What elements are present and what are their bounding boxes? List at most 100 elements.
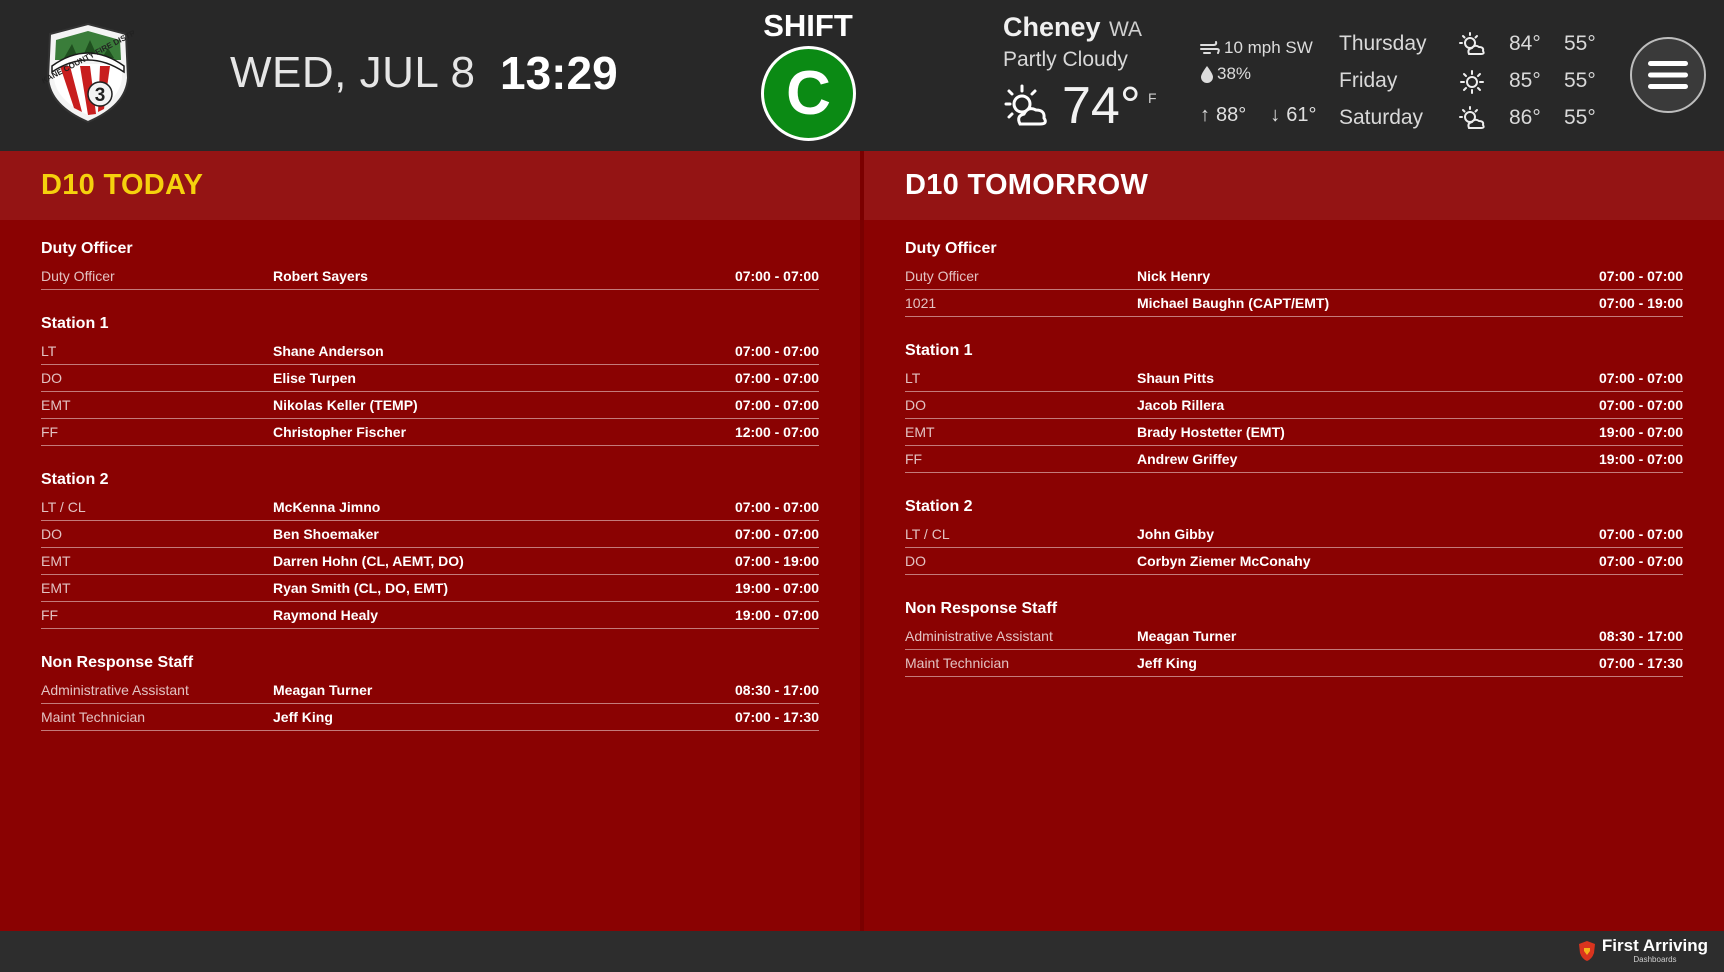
today-roster: Duty Officer Duty Officer Robert Sayers … <box>0 220 860 731</box>
row-hours: 07:00 - 07:00 <box>734 370 819 386</box>
row-role: FF <box>41 607 59 623</box>
row-role: DO <box>41 526 62 542</box>
row-role: Maint Technician <box>905 655 1010 671</box>
row-name: Corbyn Ziemer McConahy <box>1137 553 1311 569</box>
roster-group: Station 1 LT Shaun Pitts 07:00 - 07:00 D… <box>905 339 1683 473</box>
humidity-info: 38% <box>1200 64 1251 84</box>
table-row: FF Christopher Fischer 12:00 - 07:00 <box>41 419 819 446</box>
row-hours: 19:00 - 07:00 <box>1598 424 1683 440</box>
row-name: Christopher Fischer <box>273 424 407 440</box>
wind-text: 10 mph SW <box>1224 38 1313 57</box>
row-hours: 07:00 - 19:00 <box>734 553 819 569</box>
table-row: Duty Officer Robert Sayers 07:00 - 07:00 <box>41 263 819 290</box>
row-hours: 19:00 - 07:00 <box>1598 451 1683 467</box>
row-hours: 07:00 - 19:00 <box>1598 295 1683 311</box>
table-row: Maint Technician Jeff King 07:00 - 17:30 <box>905 650 1683 677</box>
group-title: Non Response Staff <box>905 600 1058 617</box>
row-hours: 07:00 - 07:00 <box>734 499 819 515</box>
table-row: FF Andrew Griffey 19:00 - 07:00 <box>905 446 1683 473</box>
current-date: WED, JUL 8 <box>230 48 476 97</box>
row-name: Darren Hohn (CL, AEMT, DO) <box>273 553 464 569</box>
forecast-day-name: Friday <box>1339 69 1398 92</box>
roster-group: Station 1 LT Shane Anderson 07:00 - 07:0… <box>41 312 819 446</box>
forecast-day-name: Thursday <box>1339 32 1427 55</box>
table-row: EMT Darren Hohn (CL, AEMT, DO) 07:00 - 1… <box>41 548 819 575</box>
row-name: Michael Baughn (CAPT/EMT) <box>1137 295 1330 311</box>
shift-badge: C <box>761 46 856 141</box>
tomorrow-title: D10 TOMORROW <box>905 169 1149 201</box>
row-role: EMT <box>41 397 71 413</box>
row-role: Duty Officer <box>905 268 979 284</box>
forecast-day: Thursday 84° 55° <box>1339 30 1639 67</box>
row-name: Jeff King <box>1137 655 1197 671</box>
table-row: EMT Nikolas Keller (TEMP) 07:00 - 07:00 <box>41 392 819 419</box>
first-arriving-brand[interactable]: First Arriving Dashboards <box>1578 937 1708 964</box>
current-temperature: 74° <box>1062 77 1141 135</box>
row-role: DO <box>905 553 926 569</box>
footer-bar: First Arriving Dashboards <box>0 931 1724 972</box>
group-title: Station 2 <box>41 471 109 488</box>
row-hours: 07:00 - 07:00 <box>734 343 819 359</box>
forecast-low: 55° <box>1564 106 1596 129</box>
group-title: Duty Officer <box>41 240 133 257</box>
row-role: FF <box>905 451 923 467</box>
tomorrow-panel-header: D10 TOMORROW <box>864 151 1724 220</box>
menu-button[interactable] <box>1630 37 1706 113</box>
today-panel: D10 TODAY Duty Officer Duty Officer Robe… <box>0 151 860 931</box>
row-hours: 07:00 - 07:00 <box>734 268 819 284</box>
row-name: Shaun Pitts <box>1137 370 1215 386</box>
row-role: EMT <box>41 553 71 569</box>
partly-sunny-icon <box>1459 32 1485 58</box>
roster-group: Station 2 LT / CL McKenna Jimno 07:00 - … <box>41 468 819 629</box>
low-temp: 61° <box>1286 104 1317 126</box>
current-time: 13:29 <box>500 47 618 99</box>
row-role: Administrative Assistant <box>905 628 1053 644</box>
row-hours: 07:00 - 07:00 <box>1598 526 1683 542</box>
row-role: Duty Officer <box>41 268 115 284</box>
forecast-day: Friday 85° 55° <box>1339 67 1639 104</box>
row-role: 1021 <box>905 295 937 311</box>
weather-location: Cheney WA <box>1003 12 1142 43</box>
row-name: Meagan Turner <box>273 682 373 698</box>
logo-number: 3 <box>95 85 106 106</box>
sunny-icon <box>1459 69 1485 95</box>
fire-district-logo: SPOKANE COUNTY FIRE DISTRICT 3 <box>25 20 149 126</box>
row-role: LT <box>41 343 57 359</box>
row-name: McKenna Jimno <box>273 499 381 515</box>
roster-group: Station 2 LT / CL John Gibby 07:00 - 07:… <box>905 495 1683 575</box>
wind-icon <box>1200 41 1220 54</box>
table-row: Administrative Assistant Meagan Turner 0… <box>41 677 819 704</box>
row-hours: 07:00 - 07:00 <box>734 397 819 413</box>
group-title: Station 2 <box>905 498 973 515</box>
row-hours: 07:00 - 07:00 <box>1598 553 1683 569</box>
row-role: Administrative Assistant <box>41 682 189 698</box>
table-row: LT / CL McKenna Jimno 07:00 - 07:00 <box>41 494 819 521</box>
shift-label: SHIFT <box>763 8 853 43</box>
group-title: Duty Officer <box>905 240 997 257</box>
brand-subtitle: Dashboards <box>1633 955 1677 964</box>
table-row: FF Raymond Healy 19:00 - 07:00 <box>41 602 819 629</box>
humidity-text: 38% <box>1217 64 1252 83</box>
roster-group: Duty Officer Duty Officer Robert Sayers … <box>41 237 819 290</box>
table-row: DO Ben Shoemaker 07:00 - 07:00 <box>41 521 819 548</box>
table-row: LT Shane Anderson 07:00 - 07:00 <box>41 338 819 365</box>
arrow-down-icon: ↓ <box>1270 104 1281 126</box>
forecast-high: 84° <box>1509 32 1541 55</box>
row-name: John Gibby <box>1137 526 1214 542</box>
shift-value: C <box>786 59 831 128</box>
forecast-low: 55° <box>1564 69 1596 92</box>
table-row: EMT Ryan Smith (CL, DO, EMT) 19:00 - 07:… <box>41 575 819 602</box>
row-name: Robert Sayers <box>273 268 368 284</box>
row-role: Maint Technician <box>41 709 146 725</box>
row-name: Ben Shoemaker <box>273 526 379 542</box>
shield-icon <box>1578 940 1595 961</box>
tomorrow-panel: D10 TOMORROW Duty Officer Duty Officer N… <box>864 151 1724 931</box>
row-hours: 07:00 - 07:00 <box>734 526 819 542</box>
table-row: LT Shaun Pitts 07:00 - 07:00 <box>905 365 1683 392</box>
table-row: Administrative Assistant Meagan Turner 0… <box>905 623 1683 650</box>
table-row: DO Elise Turpen 07:00 - 07:00 <box>41 365 819 392</box>
forecast-high: 85° <box>1509 69 1541 92</box>
row-name: Nikolas Keller (TEMP) <box>273 397 418 413</box>
row-hours: 08:30 - 17:00 <box>1598 628 1683 644</box>
weather-condition: Partly Cloudy <box>1003 48 1128 71</box>
